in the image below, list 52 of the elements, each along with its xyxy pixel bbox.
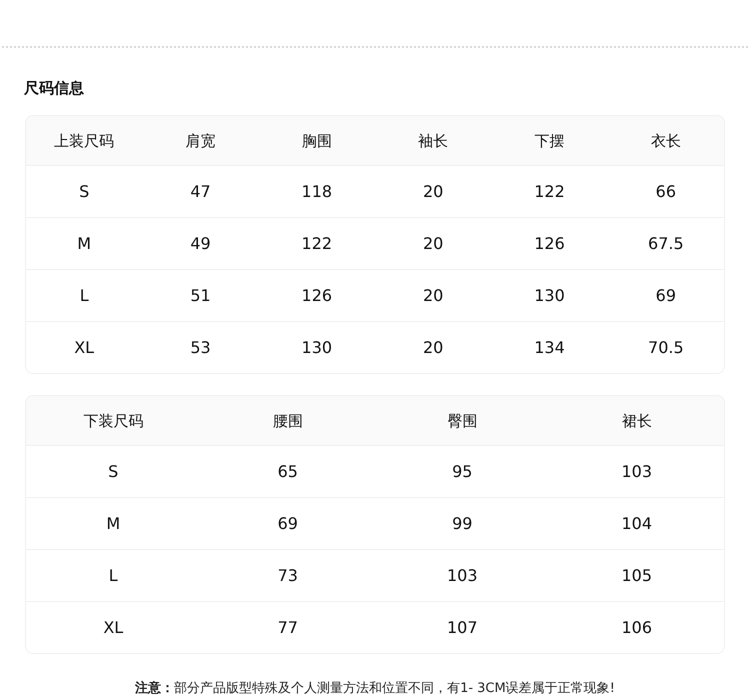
table-cell-text: 70.5 xyxy=(647,338,685,358)
table-cell-text: S xyxy=(78,182,90,202)
table-cell-text: 103 xyxy=(620,462,654,482)
table-cell-text: S xyxy=(107,462,120,482)
column-header: 胸围 xyxy=(300,130,333,150)
table-cell-text: 95 xyxy=(451,462,474,482)
column-header: 肩宽 xyxy=(184,130,216,150)
table-cell-text: 67.5 xyxy=(647,234,685,254)
column-header: 臀围 xyxy=(446,410,478,430)
column-header: 衣长 xyxy=(650,130,682,150)
table-cell-text: M xyxy=(105,514,122,534)
table-cell-text: 66 xyxy=(654,182,677,202)
note-text: 注意：部分产品版型特殊及个人测量方法和位置不同，有1- 3CM误差属于正常现象! xyxy=(134,680,616,696)
column-header: 上装尺码 xyxy=(53,130,116,150)
table-cell-text: 104 xyxy=(620,514,654,534)
table-cell-text: 126 xyxy=(300,286,334,306)
table-cell-text: 107 xyxy=(446,618,479,638)
table-cell-text: 122 xyxy=(300,234,334,254)
table-cell-text: 20 xyxy=(422,182,444,202)
column-header: 裙长 xyxy=(620,410,653,430)
table-cell-text: 130 xyxy=(533,286,566,306)
table-cell-text: 53 xyxy=(189,338,212,358)
table-cell-text: 122 xyxy=(533,182,566,202)
table-cell-text: 105 xyxy=(620,566,654,586)
table-cell-text: 126 xyxy=(533,234,566,254)
table-cell-text: M xyxy=(76,234,92,254)
table-cell-text: 51 xyxy=(189,286,212,306)
table-cell-text: 106 xyxy=(620,618,654,638)
table-cell-text: 69 xyxy=(276,514,299,534)
table-cell-text: L xyxy=(108,566,119,586)
table-cell-text: 69 xyxy=(654,286,677,306)
section-title: 尺码信息 xyxy=(24,78,85,99)
table-cell-text: 20 xyxy=(422,234,444,254)
table-cell-text: 49 xyxy=(189,234,212,254)
table-cell-text: L xyxy=(78,286,90,306)
table-cell-text: 103 xyxy=(446,566,479,586)
table-cell-text: XL xyxy=(73,338,96,358)
table-cell-text: 99 xyxy=(451,514,474,534)
table-cell-text: 65 xyxy=(276,462,299,482)
table-cell-text: 118 xyxy=(300,182,334,202)
table-cell-text: XL xyxy=(102,618,124,638)
table-cell-text: 20 xyxy=(422,338,444,358)
table-cell-text: 20 xyxy=(422,286,444,306)
table-cell-text: 73 xyxy=(276,566,299,586)
table-cell-text: 77 xyxy=(276,618,299,638)
column-header: 下摆 xyxy=(533,130,566,150)
column-header: 腰围 xyxy=(272,410,304,430)
column-header: 下装尺码 xyxy=(82,410,144,430)
table-cell-text: 47 xyxy=(189,182,212,202)
table-cell-text: 130 xyxy=(300,338,334,358)
column-header: 袖长 xyxy=(417,130,450,150)
table-cell-text: 134 xyxy=(533,338,566,358)
